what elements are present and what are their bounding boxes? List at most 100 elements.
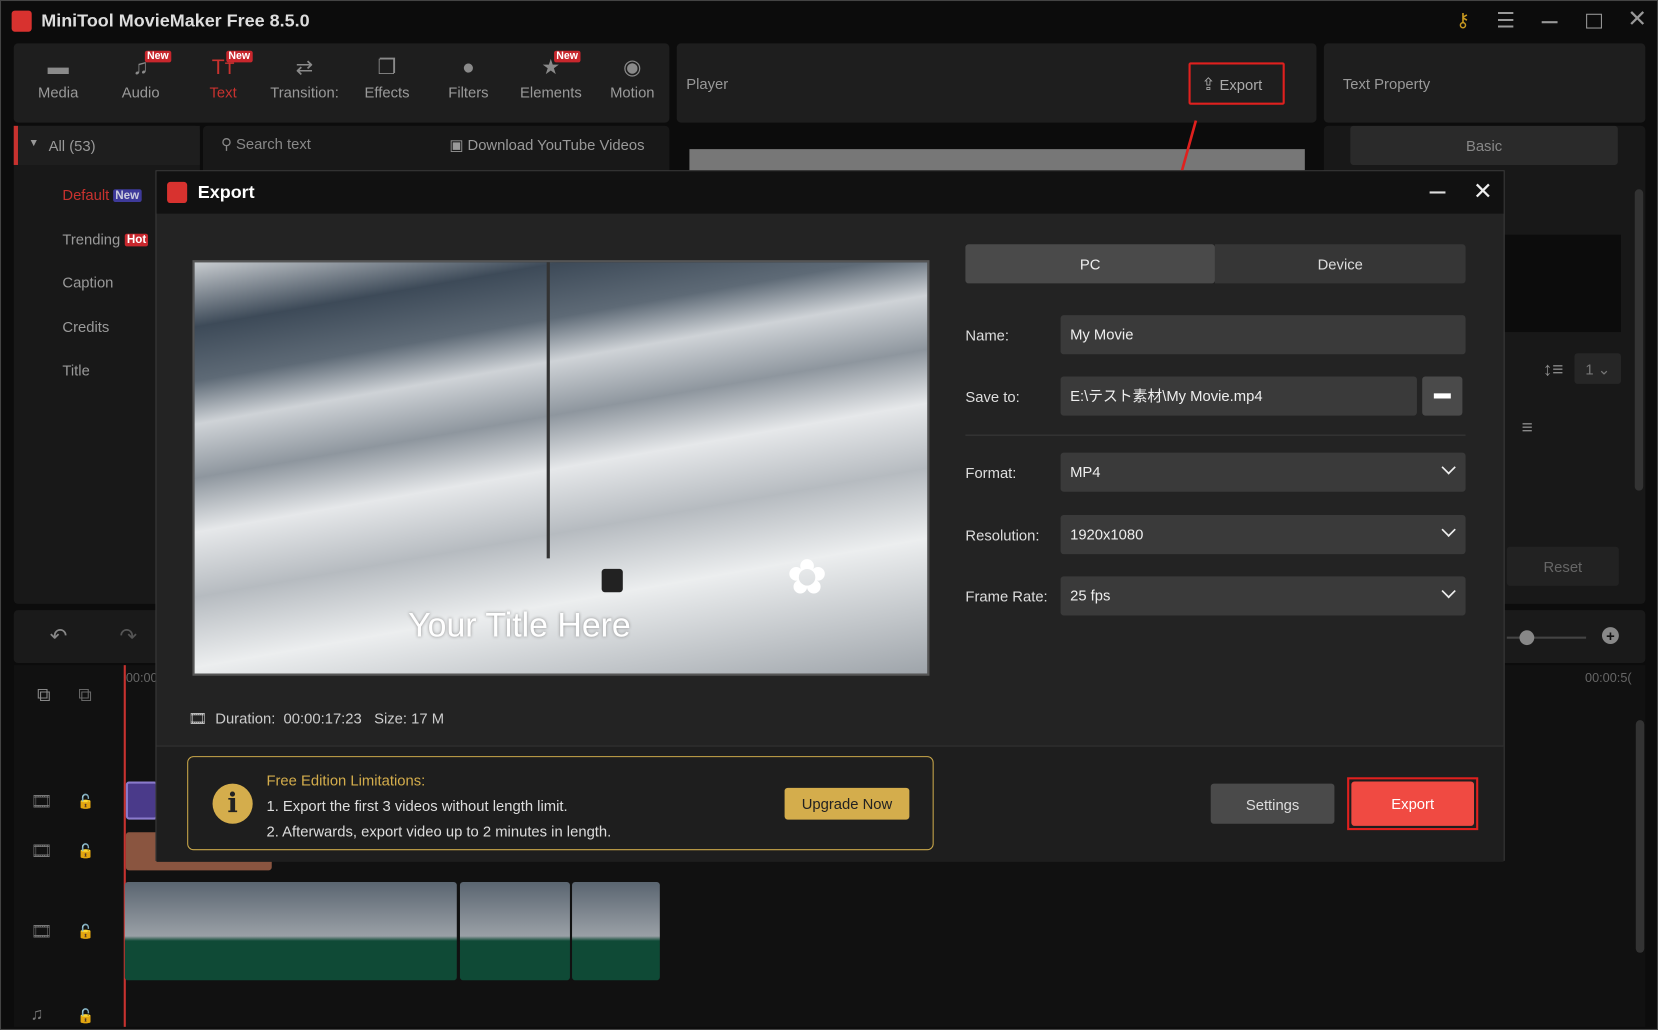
format-label: Format: [965, 464, 1017, 482]
cable-line [546, 262, 550, 559]
search-input[interactable]: ⚲ Search text [221, 135, 311, 153]
category-all[interactable] [13, 125, 200, 165]
add-track-icon[interactable]: ⧉ [37, 684, 51, 706]
preview-title-text: Your Title Here [408, 605, 631, 645]
export-button[interactable]: Export [1351, 781, 1475, 826]
timeline-scrollbar[interactable] [1635, 720, 1645, 953]
app-logo-icon [11, 10, 32, 32]
save-to-label: Save to: [965, 388, 1020, 406]
dialog-titlebar [156, 171, 1504, 214]
dialog-minimize-icon[interactable] [1429, 191, 1446, 194]
toolbar-motion[interactable]: ◉ Motion [592, 52, 672, 100]
line-spacing-icon: ↕≡ [1542, 358, 1564, 380]
dialog-title: Export [197, 181, 255, 202]
basic-tab[interactable]: Basic [1350, 125, 1618, 165]
category-trending[interactable]: Trending [62, 231, 120, 248]
tab-device[interactable]: Device [1214, 244, 1466, 284]
export-dialog: Export ✕ ✿ Your Title Here 🎞 Duration: 0… [155, 170, 1505, 862]
app-window: MiniTool MovieMaker Free 8.5.0 ⚷ ☰ ✕ ▬ Me… [0, 0, 1658, 1030]
lock-icon[interactable]: 🔓 [77, 793, 94, 810]
timeline-end-time: 00:00:5( [1585, 670, 1632, 686]
property-scrollbar[interactable] [1634, 189, 1644, 491]
app-logo-icon [167, 181, 188, 204]
new-badge: New [226, 50, 253, 63]
gondola [601, 568, 623, 593]
category-default[interactable]: Default [62, 186, 109, 203]
divider [965, 434, 1466, 436]
transition-icon: ⇄ [295, 56, 314, 80]
hot-badge: Hot [124, 233, 149, 247]
music-track-icon: ♫ [30, 1005, 44, 1024]
name-input[interactable]: My Movie [1060, 315, 1466, 355]
close-icon[interactable]: ✕ [1627, 5, 1646, 32]
resolution-select[interactable]: 1920x1080 [1060, 515, 1466, 555]
flower-sticker-icon: ✿ [786, 548, 828, 604]
tab-pc[interactable]: PC [965, 244, 1215, 284]
settings-button[interactable]: Settings [1210, 783, 1335, 824]
dialog-close-icon[interactable]: ✕ [1473, 178, 1492, 205]
filters-icon: ● [462, 56, 475, 80]
category-title[interactable]: Title [62, 362, 89, 379]
video-clip[interactable] [572, 881, 660, 981]
remove-track-icon[interactable]: ⧉ [78, 684, 92, 706]
toolbar-filters[interactable]: ● Filters [428, 52, 508, 100]
upgrade-now-button[interactable]: Upgrade Now [784, 787, 910, 820]
duration-info: 🎞 Duration: 00:00:17:23 Size: 17 M [188, 709, 445, 727]
maximize-icon[interactable] [1586, 13, 1602, 29]
video-clip[interactable] [124, 881, 457, 981]
youtube-download-icon: ▣ [449, 136, 464, 154]
align-right-icon[interactable]: ≡ [1522, 417, 1533, 439]
timeline-start-time: 00:00 [125, 670, 158, 686]
effects-icon: ❐ [377, 56, 397, 80]
limitations-title: Free Edition Limitations: [266, 771, 426, 789]
player-preview-strip [689, 149, 1305, 171]
toolbar-effects[interactable]: ❐ Effects [347, 52, 427, 100]
toolbar-transition[interactable]: ⇄ Transition: [264, 52, 344, 100]
category-caption[interactable]: Caption [62, 274, 113, 291]
zoom-slider-handle[interactable] [1519, 630, 1535, 646]
name-label: Name: [965, 326, 1010, 344]
format-select[interactable]: MP4 [1060, 452, 1466, 492]
limitation-1: 1. Export the first 3 videos without len… [266, 797, 568, 815]
upload-icon: ⇪ [1201, 76, 1216, 95]
chevron-down-icon [1441, 522, 1456, 537]
reset-button[interactable]: Reset [1506, 546, 1619, 586]
text-input-area[interactable] [1502, 234, 1621, 333]
film-icon: 🎞 [188, 709, 208, 727]
line-spacing-select[interactable]: 1 ⌄ [1574, 353, 1621, 384]
new-badge: New [113, 189, 142, 202]
menu-icon[interactable]: ☰ [1496, 7, 1515, 33]
new-badge: New [554, 50, 581, 63]
folder-icon: ▬ [47, 56, 69, 80]
lock-icon[interactable]: 🔓 [77, 923, 94, 940]
undo-icon[interactable]: ↶ [50, 623, 68, 649]
limitations-notice: i Free Edition Limitations: 1. Export th… [187, 756, 934, 851]
framerate-select[interactable]: 25 fps [1060, 576, 1466, 616]
zoom-in-icon[interactable]: + [1601, 627, 1619, 645]
minimize-icon[interactable] [1541, 21, 1558, 24]
film-track-icon: 🎞 [30, 793, 53, 812]
motion-icon: ◉ [623, 56, 642, 80]
text-clip[interactable] [125, 781, 158, 820]
film-track-icon: 🎞 [30, 923, 53, 942]
video-clip[interactable] [459, 881, 570, 981]
key-icon[interactable]: ⚷ [1456, 10, 1470, 32]
resolution-label: Resolution: [965, 526, 1040, 544]
toolbar-media[interactable]: ▬ Media [18, 52, 98, 100]
category-credits[interactable]: Credits [62, 318, 109, 335]
app-title: MiniTool MovieMaker Free 8.5.0 [41, 10, 310, 31]
save-path-input[interactable]: E:\テスト素材\My Movie.mp4 [1060, 376, 1417, 416]
video-preview: ✿ Your Title Here [192, 260, 930, 676]
lock-icon[interactable]: 🔓 [77, 843, 94, 860]
browse-folder-icon[interactable]: ▬ [1422, 376, 1463, 416]
info-icon: i [212, 783, 253, 824]
chevron-down-icon [1441, 460, 1456, 475]
search-icon: ⚲ [220, 135, 232, 153]
player-label: Player [686, 75, 729, 93]
lock-icon[interactable]: 🔓 [77, 1008, 94, 1025]
new-badge: New [144, 50, 171, 63]
category-all-label: All (53) [48, 137, 96, 155]
redo-icon[interactable]: ↷ [119, 623, 137, 649]
download-youtube-link[interactable]: ▣ Download YouTube Videos [449, 136, 644, 154]
player-export-button[interactable]: ⇪ Export [1188, 62, 1285, 105]
